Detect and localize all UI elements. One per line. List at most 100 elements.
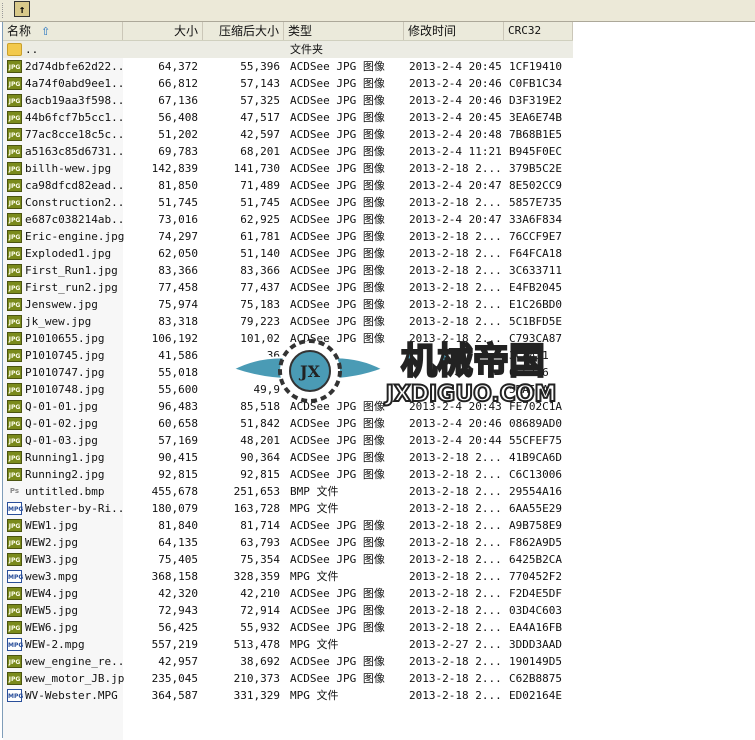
file-name: P1010748.jpg xyxy=(25,383,105,396)
file-crc: A9B758E9 xyxy=(509,519,562,532)
toolbar-grip[interactable] xyxy=(2,3,5,18)
column-header-name[interactable]: 名称 ⇧ xyxy=(3,22,123,40)
file-size: 51,202 xyxy=(158,128,198,141)
jpg-file-icon: JPG xyxy=(7,553,22,566)
file-row[interactable]: JPG 4a74f0abd9ee1... 66,812 57,143 ACDSee JP… xyxy=(3,75,573,92)
file-row[interactable]: Ps untitled.bmp 455,678 251,653 BMP 文件 2013-2… xyxy=(3,483,573,500)
file-modified: 2013-2-18 2... xyxy=(409,553,502,566)
file-row[interactable]: JPG Q-01-02.jpg 60,658 51,842 ACDSee JPG 图像 2… xyxy=(3,415,573,432)
file-size: 90,415 xyxy=(158,451,198,464)
file-modified: 2013-2-4 20:46 xyxy=(409,94,502,107)
column-header-crc[interactable]: CRC32 xyxy=(504,22,573,40)
file-row[interactable]: MPG WEW-2.mpg 557,219 513,478 MPG 文件 2013-2-2… xyxy=(3,636,573,653)
file-row[interactable]: JPG First_Run1.jpg 83,366 83,366 ACDSee JPG … xyxy=(3,262,573,279)
jpg-file-icon: JPG xyxy=(7,434,22,447)
jpg-file-icon: JPG xyxy=(7,349,22,362)
file-size: 96,483 xyxy=(158,400,198,413)
file-row[interactable]: JPG Exploded1.jpg 62,050 51,140 ACDSee JPG 图… xyxy=(3,245,573,262)
column-header-type[interactable]: 类型 xyxy=(284,22,404,40)
file-name: First_Run1.jpg xyxy=(25,264,118,277)
file-size: 66,812 xyxy=(158,77,198,90)
file-name: .. xyxy=(25,43,39,56)
file-row[interactable]: JPG 6acb19aa3f598... 67,136 57,325 ACDSee JP… xyxy=(3,92,573,109)
column-header-modified[interactable]: 修改时间 xyxy=(404,22,504,40)
parent-folder-row[interactable]: .. 文件夹 xyxy=(3,41,573,58)
file-name: Q-01-02.jpg xyxy=(25,417,98,430)
file-row[interactable]: JPG WEW2.jpg 64,135 63,793 ACDSee JPG 图像 2013… xyxy=(3,534,573,551)
file-row[interactable]: JPG jk_wew.jpg 83,318 79,223 ACDSee JPG 图像 20… xyxy=(3,313,573,330)
file-size: 55,018 xyxy=(158,366,198,379)
file-crc: 33A6F834 xyxy=(509,213,562,226)
file-modified: 2013-2-18 2... xyxy=(409,570,502,583)
file-name: WEW2.jpg xyxy=(25,536,78,549)
file-modified: 2013-2-18 2... xyxy=(409,264,502,277)
file-row[interactable]: JPG Running1.jpg 90,415 90,364 ACDSee JPG 图像… xyxy=(3,449,573,466)
file-row[interactable]: MPG WV-Webster.MPG 364,587 331,329 MPG 文件 201… xyxy=(3,687,573,704)
file-size: 455,678 xyxy=(151,485,198,498)
file-list[interactable]: 名称 ⇧ 大小 压缩后大小 类型 修改时间 CRC32 .. 文件夹 JPG 2d7… xyxy=(2,22,755,740)
file-row[interactable]: JPG Running2.jpg 92,815 92,815 ACDSee JPG 图像… xyxy=(3,466,573,483)
file-row[interactable]: JPG billh-wew.jpg 142,839 141,730 ACDSee JPG… xyxy=(3,160,573,177)
file-row[interactable]: JPG Eric-engine.jpg 74,297 61,781 ACDSee JPG… xyxy=(3,228,573,245)
file-row[interactable]: JPG First_run2.jpg 77,458 77,437 ACDSee JPG … xyxy=(3,279,573,296)
file-row[interactable]: JPG WEW4.jpg 42,320 42,210 ACDSee JPG 图像 2013… xyxy=(3,585,573,602)
jpg-file-icon: JPG xyxy=(7,281,22,294)
file-type: 文件夹 xyxy=(290,43,323,56)
mpg-file-icon: MPG xyxy=(7,570,23,583)
file-row[interactable]: JPG wew_engine_re... 42,957 38,692 ACDSee JP… xyxy=(3,653,573,670)
jpg-file-icon: JPG xyxy=(7,587,22,600)
file-modified: 2013-2-18 2... xyxy=(409,451,502,464)
jpg-file-icon: JPG xyxy=(7,366,22,379)
file-row[interactable]: JPG Jenswew.jpg 75,974 75,183 ACDSee JPG 图像 2… xyxy=(3,296,573,313)
file-size: 142,839 xyxy=(151,162,198,175)
jpg-file-icon: JPG xyxy=(7,604,22,617)
file-row[interactable]: MPG Webster-by-Ri... 180,079 163,728 MPG 文件 2… xyxy=(3,500,573,517)
file-row[interactable]: JPG Q-01-03.jpg 57,169 48,201 ACDSee JPG 图像 2… xyxy=(3,432,573,449)
file-size: 75,974 xyxy=(158,298,198,311)
file-row[interactable]: JPG WEW3.jpg 75,405 75,354 ACDSee JPG 图像 2013… xyxy=(3,551,573,568)
file-type: ACDSee JPG 图像 xyxy=(290,672,385,685)
file-row[interactable]: MPG wew3.mpg 368,158 328,359 MPG 文件 2013-2-18… xyxy=(3,568,573,585)
file-size: 106,192 xyxy=(151,332,198,345)
file-row[interactable]: JPG a5163c85d6731... 69,783 68,201 ACDSee JP… xyxy=(3,143,573,160)
file-row[interactable]: JPG Construction2... 51,745 51,745 ACDSee JP… xyxy=(3,194,573,211)
file-type: ACDSee JPG 图像 xyxy=(290,247,385,260)
file-row[interactable]: JPG 44b6fcf7b5cc1... 56,408 47,517 ACDSee JP… xyxy=(3,109,573,126)
file-crc: 03D4C603 xyxy=(509,604,562,617)
file-crc: F64FCA18 xyxy=(509,247,562,260)
file-crc: 190149D5 xyxy=(509,655,562,668)
file-row[interactable]: JPG e687c038214ab... 73,016 62,925 ACDSee JP… xyxy=(3,211,573,228)
file-row[interactable]: JPG WEW5.jpg 72,943 72,914 ACDSee JPG 图像 2013… xyxy=(3,602,573,619)
file-name: e687c038214ab... xyxy=(25,213,125,226)
file-packed-size: 75,183 xyxy=(240,298,280,311)
file-packed-size: 61,781 xyxy=(240,230,280,243)
file-crc: 55CFEF75 xyxy=(509,434,562,447)
file-type: ACDSee JPG 图像 xyxy=(290,587,385,600)
column-header-size[interactable]: 大小 xyxy=(123,22,203,40)
file-row[interactable]: JPG WEW1.jpg 81,840 81,714 ACDSee JPG 图像 2013… xyxy=(3,517,573,534)
file-type: ACDSee JPG 图像 xyxy=(290,196,385,209)
file-row[interactable]: JPG WEW6.jpg 56,425 55,932 ACDSee JPG 图像 2013… xyxy=(3,619,573,636)
up-folder-button[interactable]: ↑ xyxy=(14,1,30,17)
file-crc: 6AA55E29 xyxy=(509,502,562,515)
file-row[interactable]: JPG 2d74dbfe62d22... 64,372 55,396 ACDSee JP… xyxy=(3,58,573,75)
file-crc: 379B5C2E xyxy=(509,162,562,175)
toolbar: ↑ xyxy=(0,0,755,22)
file-modified: 2013-2-18 2... xyxy=(409,519,502,532)
file-row[interactable]: JPG 77ac8cce18c5c... 51,202 42,597 ACDSee JP… xyxy=(3,126,573,143)
file-size: 74,297 xyxy=(158,230,198,243)
jpg-file-icon: JPG xyxy=(7,213,22,226)
file-packed-size: 90,364 xyxy=(240,451,280,464)
file-name: Construction2... xyxy=(25,196,125,209)
file-name: wew_engine_re... xyxy=(25,655,125,668)
file-type: ACDSee JPG 图像 xyxy=(290,298,385,311)
file-row[interactable]: JPG wew_motor_JB.jpg 235,045 210,373 ACDSee … xyxy=(3,670,573,687)
column-header-packed[interactable]: 压缩后大小 xyxy=(203,22,284,40)
file-crc: 76CCF9E7 xyxy=(509,230,562,243)
file-row[interactable]: JPG ca98dfcd82ead... 81,850 71,489 ACDSee JP… xyxy=(3,177,573,194)
file-size: 56,425 xyxy=(158,621,198,634)
file-type: ACDSee JPG 图像 xyxy=(290,315,385,328)
file-name: P1010747.jpg xyxy=(25,366,105,379)
file-size: 51,745 xyxy=(158,196,198,209)
jpg-file-icon: JPG xyxy=(7,417,22,430)
